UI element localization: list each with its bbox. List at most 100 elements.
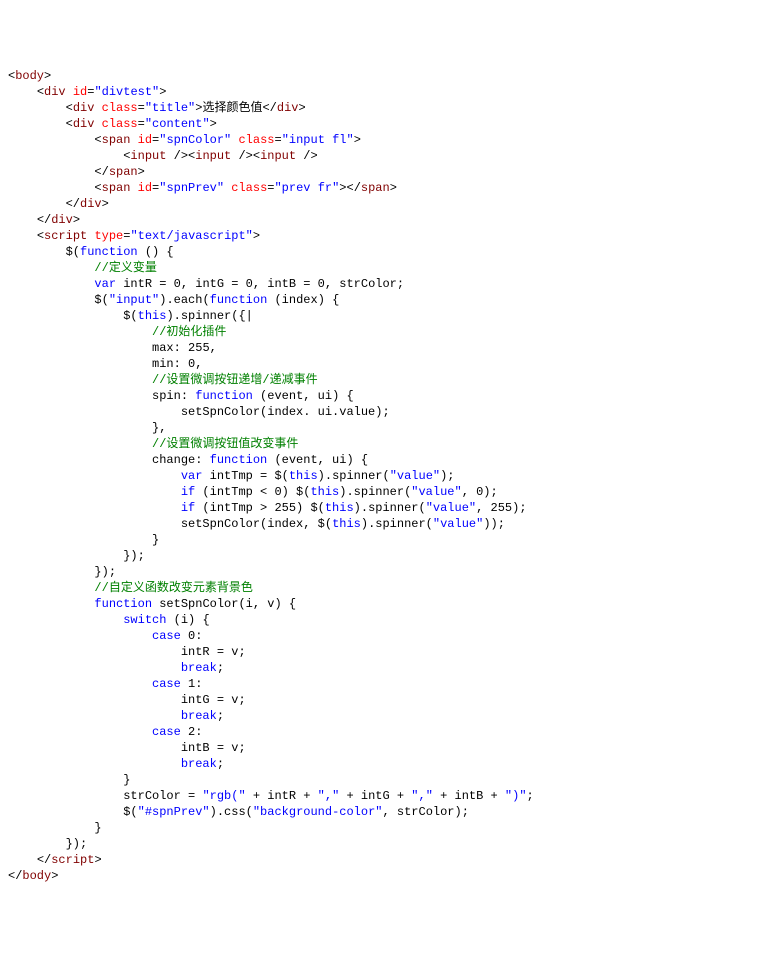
code-token: </ [347,181,361,195]
code-token: = [138,117,145,131]
code-line: //设置微调按钮递增/递减事件 [8,372,753,388]
code-token: , strColor); [382,805,468,819]
code-token: (event, ui) { [253,389,354,403]
code-token: = [138,101,145,115]
code-token: "spnColor" [159,133,231,147]
code-token: div [44,85,66,99]
code-token [8,421,152,435]
code-token [8,597,94,611]
code-token: "background-color" [253,805,383,819]
code-line: setSpnColor(index, $(this).spinner("valu… [8,516,753,532]
code-token: $( [123,309,137,323]
code-token: $( [66,245,80,259]
code-token [8,117,66,131]
code-token: class [231,181,267,195]
code-token [8,373,152,387]
code-token: //设置微调按钮递增/递减事件 [152,373,318,387]
code-token: //设置微调按钮值改变事件 [152,437,298,451]
code-token [8,165,94,179]
code-token: < [66,117,73,131]
code-line: <body> [8,68,753,84]
code-line: case 1: [8,676,753,692]
code-line: spin: function (event, ui) { [8,388,753,404]
code-token [8,357,152,371]
code-token: function [94,597,152,611]
code-token [8,181,94,195]
code-token [8,101,66,115]
code-token: (event, ui) { [267,453,368,467]
code-token [8,405,181,419]
code-token: change: [152,453,210,467]
code-token: function [80,245,138,259]
code-line: intG = v; [8,692,753,708]
code-token [8,549,123,563]
code-token: ); [440,469,454,483]
code-token: body [15,69,44,83]
code-line: } [8,532,753,548]
code-token: switch [123,613,166,627]
code-token: this [332,517,361,531]
code-token: body [22,869,51,883]
code-token: "prev fr" [274,181,339,195]
code-token: ).spinner({| [166,309,252,323]
code-line: intR = v; [8,644,753,660]
code-token: intTmp = $( [202,469,288,483]
code-token: id [138,181,152,195]
code-token: 选择颜色值 [202,101,262,115]
code-token [8,645,181,659]
code-token: > [73,213,80,227]
code-token: this [325,501,354,515]
code-line: //定义变量 [8,260,753,276]
code-token: script [51,853,94,867]
code-token [8,197,66,211]
code-token [8,629,152,643]
code-token: function [210,293,268,307]
code-token: class [102,117,138,131]
code-token: } [123,773,130,787]
code-token: "text/javascript" [130,229,252,243]
code-token [8,837,66,851]
code-token: this [289,469,318,483]
code-line: <div class="content"> [8,116,753,132]
code-token: $( [123,805,137,819]
code-line: <span id="spnPrev" class="prev fr"></spa… [8,180,753,196]
code-token: ")" [505,789,527,803]
code-token: > [44,69,51,83]
code-token: //初始化插件 [152,325,226,339]
code-token [8,293,94,307]
code-token: 0: [181,629,203,643]
code-token [8,789,123,803]
code-token [8,613,123,627]
code-line: intB = v; [8,740,753,756]
code-token: intR = 0, intG = 0, intB = 0, strColor; [116,277,404,291]
code-token: "rgb(" [202,789,245,803]
code-token: case [152,629,181,643]
code-token: break [181,709,217,723]
code-token: input [260,149,296,163]
code-token [8,85,37,99]
code-token: type [94,229,123,243]
code-token: </ [37,853,51,867]
code-token: </ [8,869,22,883]
code-token: class [102,101,138,115]
code-line: </div> [8,196,753,212]
code-token: id [73,85,87,99]
code-token: ).spinner( [339,485,411,499]
code-token: "," [318,789,340,803]
code-token [8,469,181,483]
code-token [8,805,123,819]
code-token: "," [411,789,433,803]
code-token: setSpnColor(index, $( [181,517,332,531]
code-line: }, [8,420,753,436]
code-token: ).each( [159,293,209,307]
code-token: div [51,213,73,227]
code-token: > [94,853,101,867]
code-token: intR = v; [181,645,246,659]
code-token: < [94,133,101,147]
code-token: spin: [152,389,195,403]
code-line: max: 255, [8,340,753,356]
code-line: </script> [8,852,753,868]
code-token: if [181,485,195,499]
code-token: var [94,277,116,291]
code-token [8,261,94,275]
